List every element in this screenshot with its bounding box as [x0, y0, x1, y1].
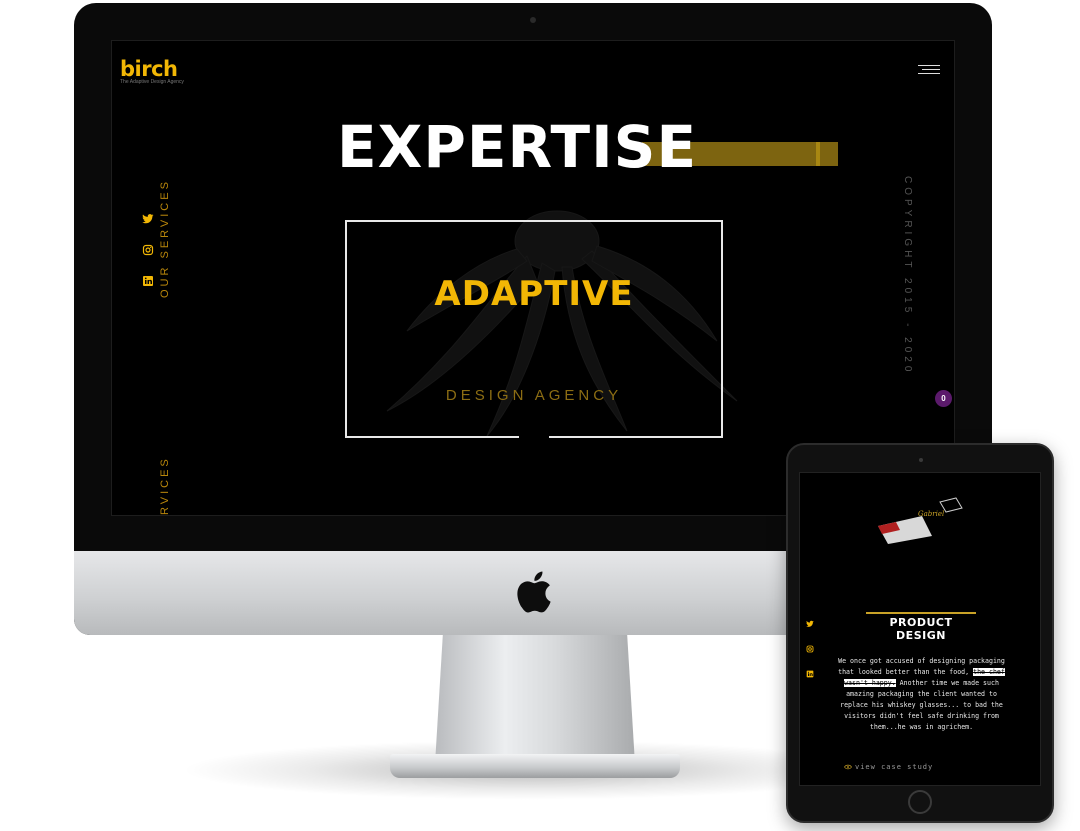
tablet-social-links [806, 620, 816, 695]
ipad-device: Gabriel PRODUCT DESIGN We once got accus… [786, 443, 1054, 823]
section-body: We once got accused of designing packagi… [834, 656, 1009, 733]
brand-logo[interactable]: birch The Adaptive Design Agency [120, 57, 184, 85]
camera-dot [919, 458, 923, 462]
divider [828, 785, 1014, 786]
hero-title: ADAPTIVE [434, 274, 634, 314]
imac-stand [435, 632, 635, 764]
page-headline: EXPERTISE [337, 113, 698, 181]
linkedin-icon[interactable] [806, 670, 814, 678]
camera-dot [530, 17, 536, 23]
twitter-icon[interactable] [806, 620, 814, 628]
section-title: PRODUCT DESIGN [866, 612, 976, 642]
side-label-services: OUR SERVICES [159, 179, 171, 298]
view-case-study-link[interactable]: view case study [844, 763, 933, 771]
svg-text:Gabriel: Gabriel [918, 510, 944, 518]
menu-icon[interactable] [918, 65, 940, 77]
brand-tagline: The Adaptive Design Agency [120, 79, 184, 85]
tablet-screen: Gabriel PRODUCT DESIGN We once got accus… [799, 472, 1041, 786]
social-links [142, 213, 156, 306]
instagram-icon[interactable] [806, 645, 814, 653]
view-case-study-label: view case study [855, 763, 934, 771]
notification-badge[interactable]: 0 [935, 390, 952, 407]
imac-foot [390, 754, 680, 778]
brand-name: birch [120, 57, 178, 81]
home-button [908, 790, 932, 814]
hero-subtitle: DESIGN AGENCY [445, 387, 623, 404]
hero-frame [345, 220, 723, 440]
twitter-icon[interactable] [142, 213, 154, 225]
apple-logo-icon [517, 571, 551, 613]
product-image: Gabriel [878, 497, 963, 544]
eye-icon [844, 764, 852, 770]
side-label-services-partial: RVICES [159, 456, 171, 515]
copyright-text: COPYRIGHT 2015 - 2020 [902, 176, 913, 376]
instagram-icon[interactable] [142, 244, 154, 256]
linkedin-icon[interactable] [142, 275, 154, 287]
